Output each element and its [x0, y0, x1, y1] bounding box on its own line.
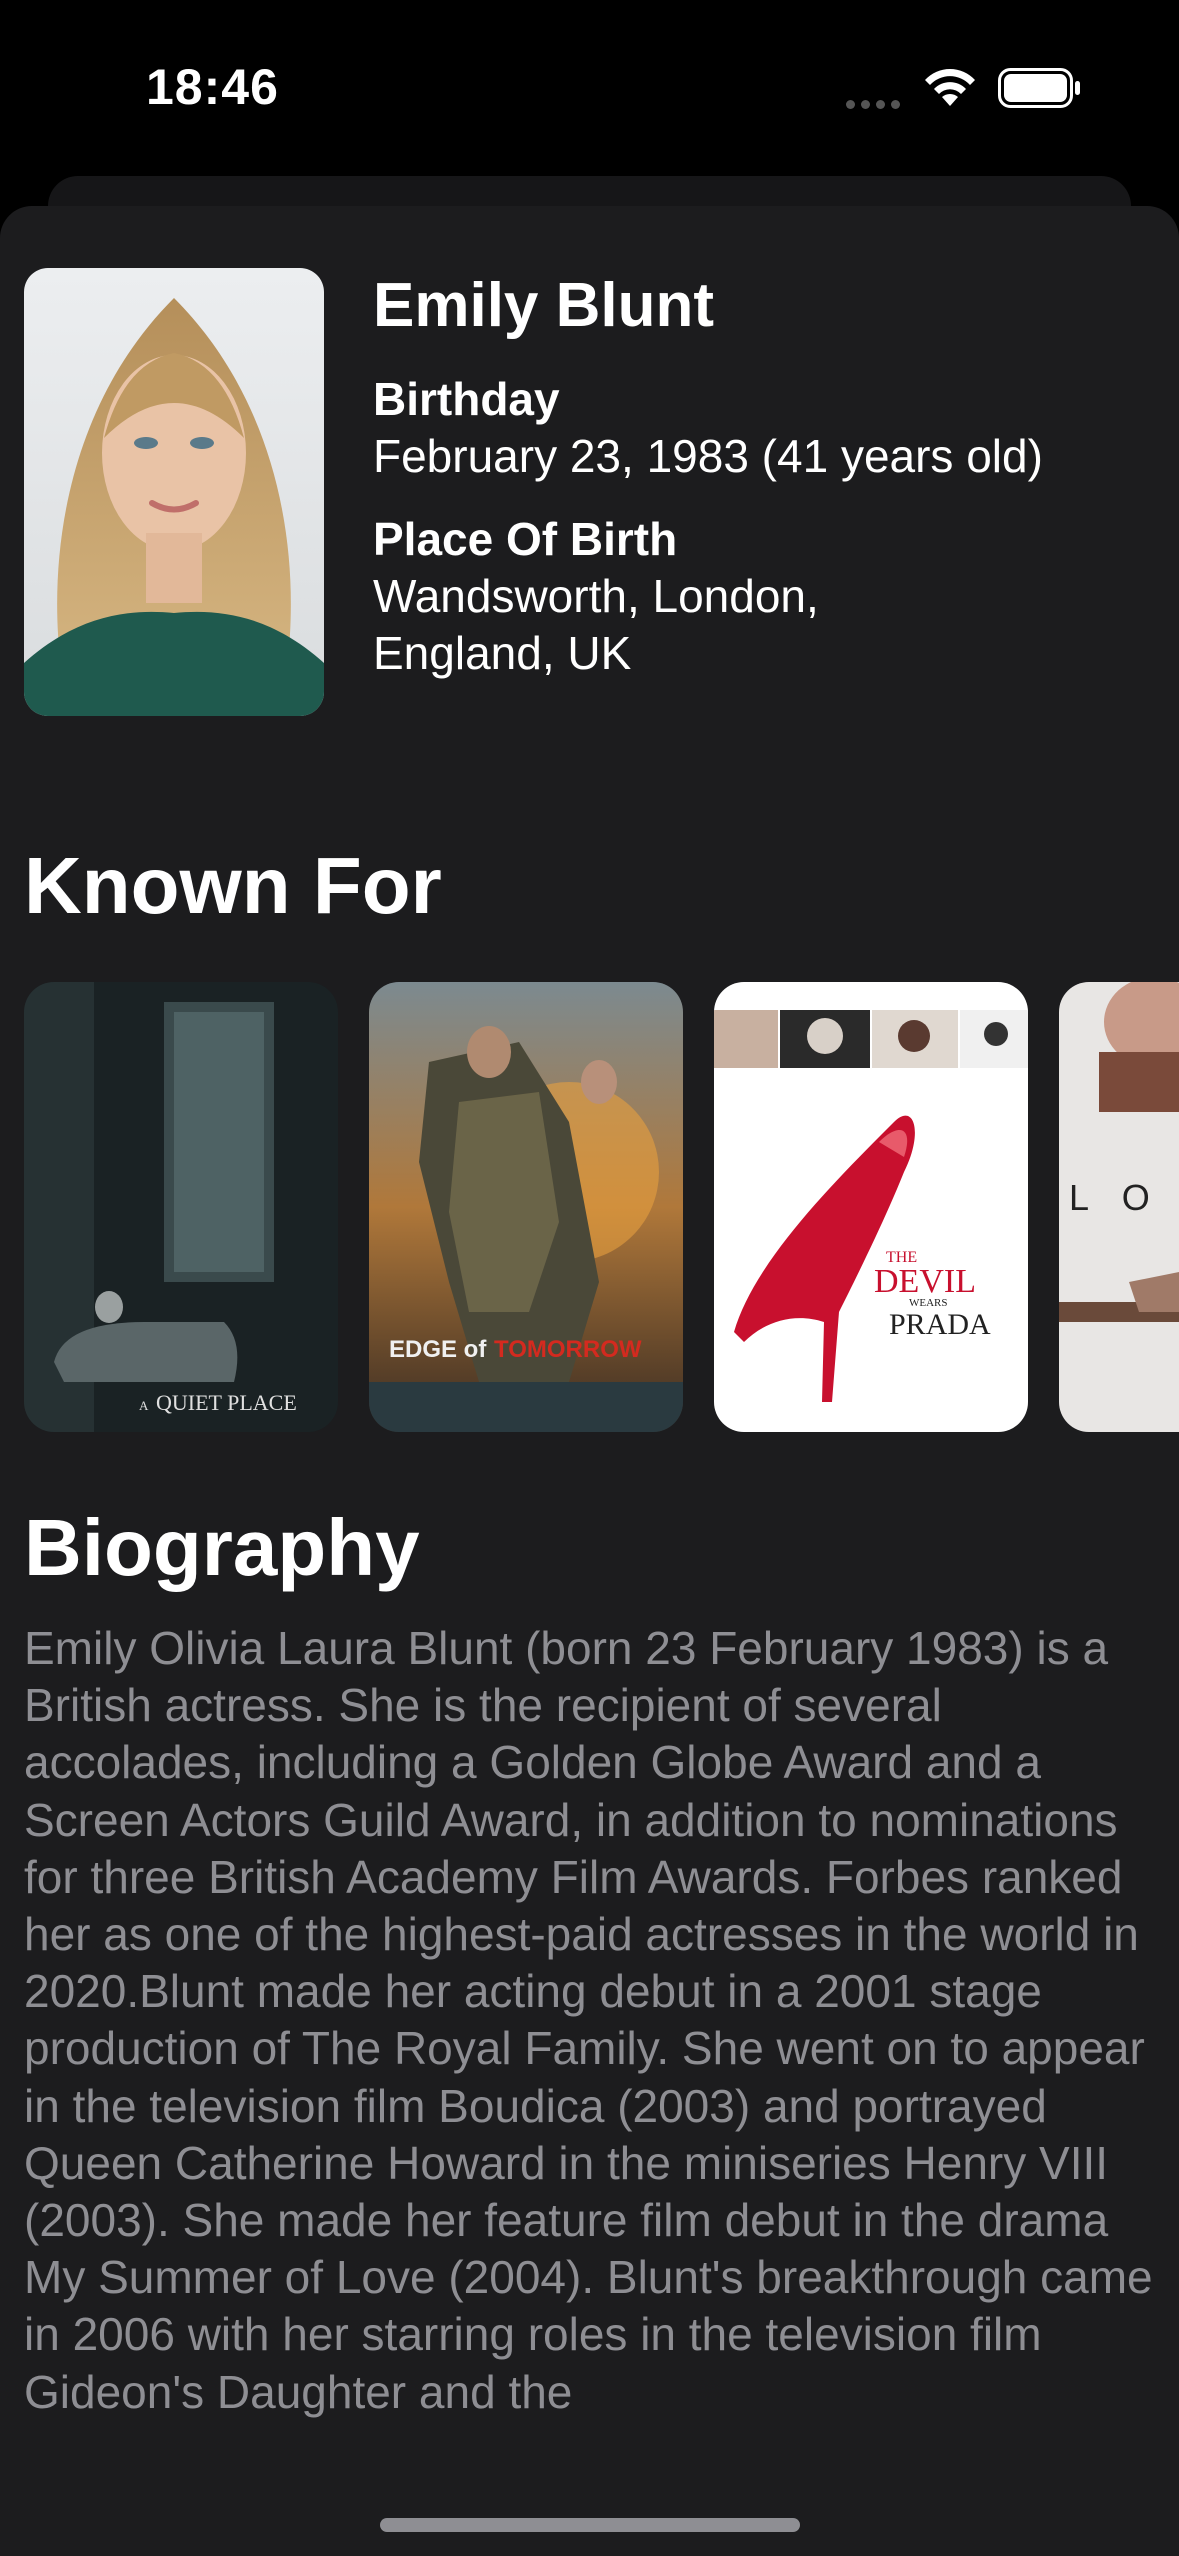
known-for-title: Known For [24, 841, 442, 930]
cellular-icon [846, 96, 906, 109]
birthplace-value-line2: England, UK [373, 627, 632, 679]
wifi-icon [925, 69, 975, 106]
biography-title: Biography [24, 1503, 420, 1592]
birthday-label: Birthday [373, 373, 560, 425]
poster-looper[interactable]: L O O [1059, 982, 1179, 1432]
status-time: 18:46 [146, 59, 279, 115]
profile-photo [24, 268, 324, 716]
person-name: Emily Blunt [373, 271, 715, 340]
poster-title-line1: EDGE of [389, 1336, 487, 1363]
poster-title-line2: TOMORROW [494, 1336, 642, 1363]
poster-a-quiet-place[interactable]: A QUIET PLACE [24, 982, 338, 1432]
birthday-value: February 23, 1983 (41 years old) [373, 430, 1043, 482]
birthplace-value-line1: Wandsworth, London, [373, 570, 819, 622]
poster-title-line4: PRADA [889, 1308, 991, 1341]
poster-devil-wears-prada[interactable]: THE DEVIL WEARS PRADA [714, 982, 1028, 1432]
poster-title-line1: A [139, 1398, 149, 1413]
poster-edge-of-tomorrow[interactable]: EDGE of TOMORROW [369, 982, 683, 1432]
poster-title-line2: DEVIL [874, 1263, 976, 1300]
home-indicator[interactable] [380, 2518, 800, 2532]
biography-text: Emily Olivia Laura Blunt (born 23 Februa… [24, 1622, 1153, 2418]
status-bar: 18:46 [0, 0, 1179, 160]
poster-title-line1: L O O [1069, 1177, 1179, 1218]
birthplace-label: Place Of Birth [373, 513, 678, 565]
battery-icon [998, 68, 1080, 108]
poster-title-line2: QUIET PLACE [156, 1390, 297, 1415]
